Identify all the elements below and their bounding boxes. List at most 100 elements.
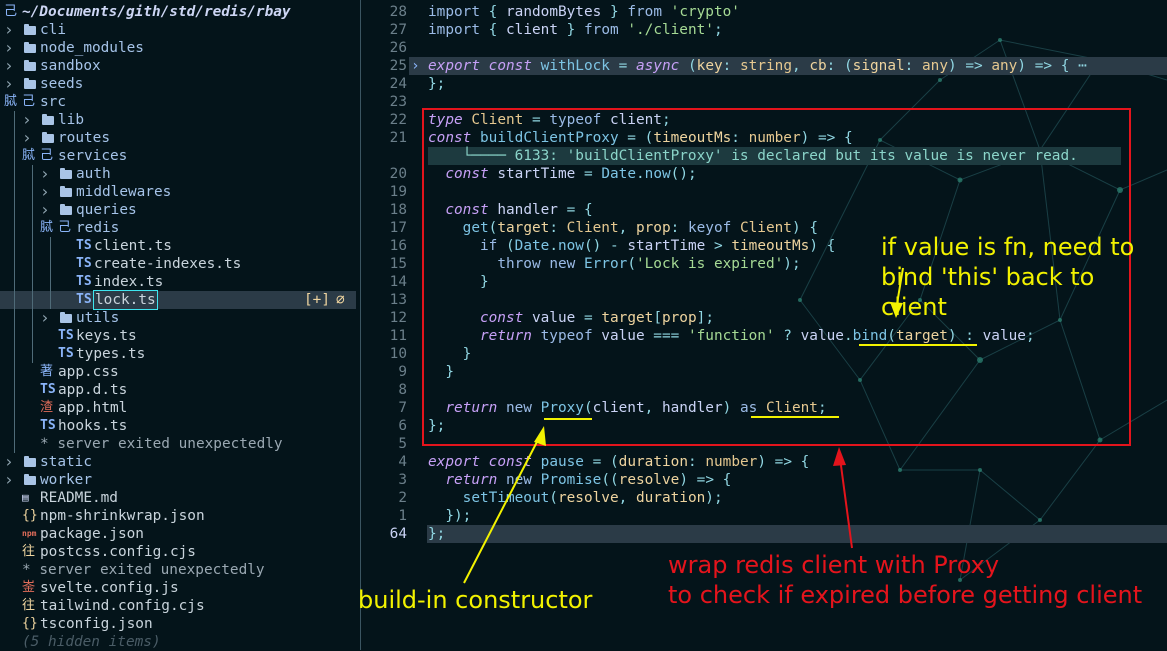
tree-item-svelte-config-js[interactable]: 崟 svelte.config.js bbox=[0, 579, 356, 597]
folder-open-icon[interactable]: 脦 bbox=[22, 147, 35, 165]
tree-item-tailwind-config-cjs[interactable]: 往 tailwind.config.cjs bbox=[0, 597, 356, 615]
tree-item-label: node_modules bbox=[40, 40, 144, 56]
code-line[interactable]: const handler = { bbox=[428, 201, 592, 219]
chevron-right-icon[interactable]: › bbox=[40, 165, 50, 183]
tree-item-label: index.ts bbox=[94, 274, 164, 290]
html-file-icon: 渣 bbox=[40, 400, 54, 415]
tree-item-label: cli bbox=[40, 22, 66, 38]
typescript-file-icon: TS bbox=[76, 238, 92, 253]
chevron-right-icon[interactable]: › bbox=[4, 39, 14, 57]
code-line[interactable]: }; bbox=[428, 525, 445, 543]
css-file-icon: 著 bbox=[40, 364, 54, 379]
tree-item-label: hooks.ts bbox=[58, 418, 128, 434]
tree-item-src[interactable]: 脦己 src bbox=[0, 93, 356, 111]
chevron-right-icon[interactable]: › bbox=[4, 57, 14, 75]
svelte-file-icon: 崟 bbox=[22, 580, 36, 595]
folder-open-icon[interactable]: 脦 bbox=[4, 93, 17, 111]
folder-icon bbox=[24, 78, 36, 89]
tree-item-postcss-config-cjs[interactable]: 往 postcss.config.cjs bbox=[0, 543, 356, 561]
tree-item-package-json[interactable]: npm package.json bbox=[0, 525, 356, 543]
tree-item-queries[interactable]: › queries bbox=[0, 201, 356, 219]
chevron-right-icon[interactable]: › bbox=[4, 471, 14, 489]
tree-item-label: keys.ts bbox=[76, 328, 137, 344]
tree-item-npm-shrinkwrap-json[interactable]: {} npm-shrinkwrap.json bbox=[0, 507, 356, 525]
tree-item-middlewares[interactable]: › middlewares bbox=[0, 183, 356, 201]
tree-item-redis[interactable]: 脦己 redis bbox=[0, 219, 356, 237]
fold-chevron-icon[interactable]: › bbox=[411, 57, 420, 75]
lightbulb-icon[interactable]: ⌀ bbox=[336, 291, 345, 309]
diagnostic-message[interactable]: └──── 6133: 'buildClientProxy' is declar… bbox=[428, 147, 1121, 165]
explorer-root-path[interactable]: 己 ~/Documents/gith/std/redis/rbay bbox=[0, 3, 356, 21]
code-line[interactable]: get(target: Client, prop: keyof Client) … bbox=[428, 219, 818, 237]
code-line[interactable]: setTimeout(resolve, duration); bbox=[428, 489, 723, 507]
code-line[interactable]: export const withLock = async (key: stri… bbox=[428, 57, 1087, 75]
line-number: 18 bbox=[389, 202, 407, 218]
typescript-file-icon: TS bbox=[58, 328, 74, 343]
tree-item-routes[interactable]: › routes bbox=[0, 129, 356, 147]
code-line[interactable]: import { client } from './client'; bbox=[428, 21, 723, 39]
tree-item-readme-md[interactable]: ▤ README.md bbox=[0, 489, 356, 507]
tree-item-sandbox[interactable]: › sandbox bbox=[0, 57, 356, 75]
code-line[interactable]: }); bbox=[428, 507, 471, 525]
code-line[interactable]: throw new Error('Lock is expired'); bbox=[428, 255, 800, 273]
tree-item-services[interactable]: 脦己 services bbox=[0, 147, 356, 165]
line-number: 3 bbox=[398, 472, 407, 488]
chevron-right-icon[interactable]: › bbox=[4, 453, 14, 471]
code-line[interactable]: return new Promise((resolve) => { bbox=[428, 471, 731, 489]
code-line[interactable]: return typeof value === 'function' ? val… bbox=[428, 327, 1035, 345]
code-line[interactable]: }; bbox=[428, 417, 445, 435]
chevron-right-icon[interactable]: › bbox=[40, 309, 50, 327]
tree-item-node-modules[interactable]: › node_modules bbox=[0, 39, 356, 57]
folder-icon bbox=[60, 312, 72, 323]
tree-item-tsconfig-json[interactable]: {} tsconfig.json bbox=[0, 615, 356, 633]
code-line[interactable]: const buildClientProxy = (timeoutMs: num… bbox=[428, 129, 853, 147]
code-line[interactable]: } bbox=[428, 363, 454, 381]
tree-item-static[interactable]: › static bbox=[0, 453, 356, 471]
bind-underline bbox=[859, 344, 977, 346]
chevron-right-icon[interactable]: › bbox=[4, 21, 14, 39]
tree-item-app-html[interactable]: 渣 app.html bbox=[0, 399, 356, 417]
code-line[interactable]: return new Proxy(client, handler) as Cli… bbox=[428, 399, 826, 417]
folder-open-icon: 己 bbox=[22, 94, 36, 109]
chevron-right-icon[interactable]: › bbox=[22, 129, 32, 147]
tree-item-index-ts[interactable]: TS index.ts bbox=[0, 273, 356, 291]
code-line[interactable]: } bbox=[428, 273, 489, 291]
chevron-right-icon[interactable]: › bbox=[4, 75, 14, 93]
tree-item-app-css[interactable]: 著 app.css bbox=[0, 363, 356, 381]
code-line[interactable]: const value = target[prop]; bbox=[428, 309, 714, 327]
chevron-right-icon[interactable]: › bbox=[40, 183, 50, 201]
code-line[interactable]: const startTime = Date.now(); bbox=[428, 165, 696, 183]
chevron-right-icon[interactable]: › bbox=[40, 201, 50, 219]
folder-icon bbox=[60, 204, 72, 215]
tree-item-app-d-ts[interactable]: TS app.d.ts bbox=[0, 381, 356, 399]
folder-icon bbox=[42, 114, 54, 125]
indent-guide bbox=[32, 291, 33, 309]
tree-item-utils[interactable]: › utils bbox=[0, 309, 356, 327]
code-line[interactable]: import { randomBytes } from 'crypto' bbox=[428, 3, 740, 21]
json-file-icon: {} bbox=[22, 508, 38, 523]
bind-note-line-2: bind 'this' back to client bbox=[881, 263, 1095, 321]
tree-item-seeds[interactable]: › seeds bbox=[0, 75, 356, 93]
typescript-file-icon: TS bbox=[76, 274, 92, 289]
line-number: 21 bbox=[389, 130, 407, 146]
tree-item-hooks-ts[interactable]: TS hooks.ts bbox=[0, 417, 356, 435]
code-line[interactable]: export const pause = (duration: number) … bbox=[428, 453, 809, 471]
tree-item-keys-ts[interactable]: TS keys.ts bbox=[0, 327, 356, 345]
indent-guide bbox=[32, 237, 33, 255]
tree-item-label: package.json bbox=[40, 526, 144, 542]
code-line[interactable]: if (Date.now() - startTime > timeoutMs) … bbox=[428, 237, 835, 255]
tree-item-auth[interactable]: › auth bbox=[0, 165, 356, 183]
tree-item-lock-ts[interactable]: TS lock.ts [+] ⌀ bbox=[0, 290, 356, 310]
tree-item-create-indexes-ts[interactable]: TS create-indexes.ts bbox=[0, 255, 356, 273]
chevron-right-icon[interactable]: › bbox=[22, 111, 32, 129]
tree-item-worker[interactable]: › worker bbox=[0, 471, 356, 489]
tree-item-cli[interactable]: › cli bbox=[0, 21, 356, 39]
line-number: 8 bbox=[398, 382, 407, 398]
code-line[interactable]: }; bbox=[428, 75, 445, 93]
tree-item-client-ts[interactable]: TS client.ts bbox=[0, 237, 356, 255]
folder-open-icon[interactable]: 脦 bbox=[40, 219, 53, 237]
code-line[interactable]: type Client = typeof client; bbox=[428, 111, 671, 129]
tree-item-lib[interactable]: › lib bbox=[0, 111, 356, 129]
code-line[interactable]: } bbox=[428, 345, 472, 363]
tree-item-types-ts[interactable]: TS types.ts bbox=[0, 345, 356, 363]
